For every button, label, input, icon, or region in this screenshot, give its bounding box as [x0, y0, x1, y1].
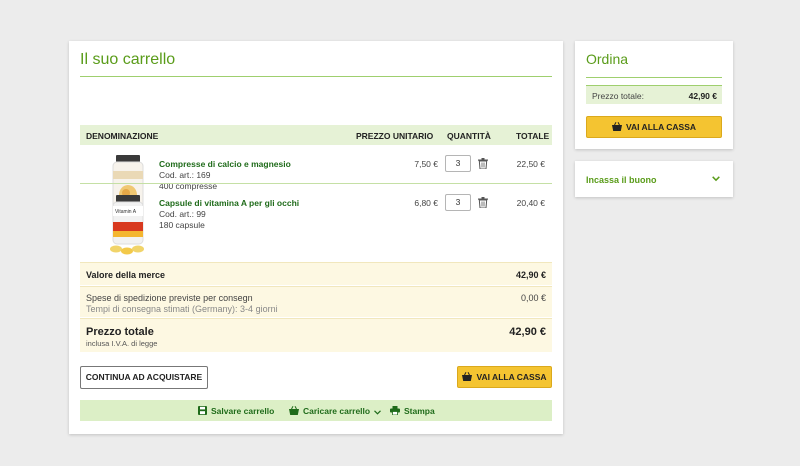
col-total: TOTALE [516, 131, 550, 141]
col-name: DENOMINAZIONE [86, 131, 159, 141]
goods-value-row: Valore della merce 42,90 € [80, 262, 552, 285]
delivery-time: Tempi di consegna stimati (Germany): 3-4… [86, 304, 278, 314]
svg-text:Vitamin A: Vitamin A [115, 209, 137, 215]
product-name-link[interactable]: Capsule di vitamina A per gli occhi [159, 198, 299, 208]
shipping-value: 0,00 € [520, 293, 546, 303]
printer-icon [390, 406, 400, 416]
cart-row: Vitamin A Capsule di vitamina A per gli … [80, 184, 552, 262]
chevron-down-icon [712, 176, 720, 182]
trash-icon[interactable] [478, 197, 488, 209]
voucher-accordion[interactable]: Incassa il buono [575, 161, 733, 197]
product-code: Cod. art.: 99 [159, 209, 206, 219]
save-cart-button[interactable]: Salvare carrello [198, 406, 274, 416]
shipping-label: Spese di spedizione previste per consegn [86, 293, 253, 303]
col-unit-price: PREZZO UNITARIO [356, 131, 434, 141]
goods-value-label: Valore della merce [86, 270, 166, 280]
cart-table-header: DENOMINAZIONE PREZZO UNITARIO QUANTITÀ T… [80, 125, 552, 145]
print-label: Stampa [404, 406, 435, 416]
checkout-label: VAI ALLA CASSA [476, 372, 547, 382]
product-code: Cod. art.: 169 [159, 170, 211, 180]
print-button[interactable]: Stampa [390, 406, 435, 416]
product-pack-size: 180 capsule [159, 220, 205, 230]
basket-icon [289, 406, 299, 415]
total-label: Prezzo totale [86, 326, 154, 338]
basket-icon [611, 122, 622, 131]
total-row: Prezzo totale inclusa I.V.A. di legge 42… [80, 318, 552, 352]
chevron-down-icon [374, 410, 382, 415]
line-total: 22,50 € [516, 159, 545, 169]
checkout-button[interactable]: VAI ALLA CASSA [457, 366, 552, 388]
trash-icon[interactable] [478, 158, 488, 170]
save-cart-label: Salvare carrello [211, 406, 275, 416]
col-qty: QUANTITÀ [447, 131, 491, 141]
continue-shopping-button[interactable]: CONTINUA AD ACQUISTARE [80, 366, 208, 389]
unit-price: 6,80 € [414, 198, 438, 208]
order-title: Ordina [586, 51, 629, 67]
title-divider [80, 76, 552, 77]
basket-icon [462, 372, 473, 381]
page-title: Il suo carrello [80, 51, 176, 68]
load-cart-label: Caricare carrello [303, 406, 371, 416]
product-image-vitamin-a[interactable]: Vitamin A [106, 192, 150, 256]
order-checkout-button[interactable]: VAI ALLA CASSA [586, 116, 722, 138]
vat-note: inclusa I.V.A. di legge [86, 339, 158, 348]
floppy-icon [198, 406, 207, 415]
unit-price: 7,50 € [414, 159, 438, 169]
order-panel: Ordina Prezzo totale: 42,90 € VAI ALLA C… [575, 41, 733, 149]
quantity-input[interactable]: 3 [445, 155, 471, 172]
cart-actions-bar: Salvare carrello Caricare carrello Stamp… [80, 400, 552, 421]
load-cart-button[interactable]: Caricare carrello [289, 406, 382, 416]
line-total: 20,40 € [516, 198, 545, 208]
cart-panel: Il suo carrello DENOMINAZIONE PREZZO UNI… [69, 41, 563, 434]
product-name-link[interactable]: Compresse di calcio e magnesio [159, 159, 291, 169]
order-total-label: Prezzo totale: [592, 91, 644, 101]
shipping-row: Spese di spedizione previste per consegn… [80, 286, 552, 317]
quantity-input[interactable]: 3 [445, 194, 471, 211]
order-checkout-label: VAI ALLA CASSA [625, 122, 697, 132]
order-title-divider [586, 77, 722, 78]
total-value: 42,90 € [509, 326, 546, 338]
goods-value: 42,90 € [515, 270, 546, 280]
order-total-row: Prezzo totale: 42,90 € [586, 85, 722, 104]
voucher-label: Incassa il buono [586, 175, 657, 185]
order-total-value: 42,90 € [688, 91, 717, 101]
